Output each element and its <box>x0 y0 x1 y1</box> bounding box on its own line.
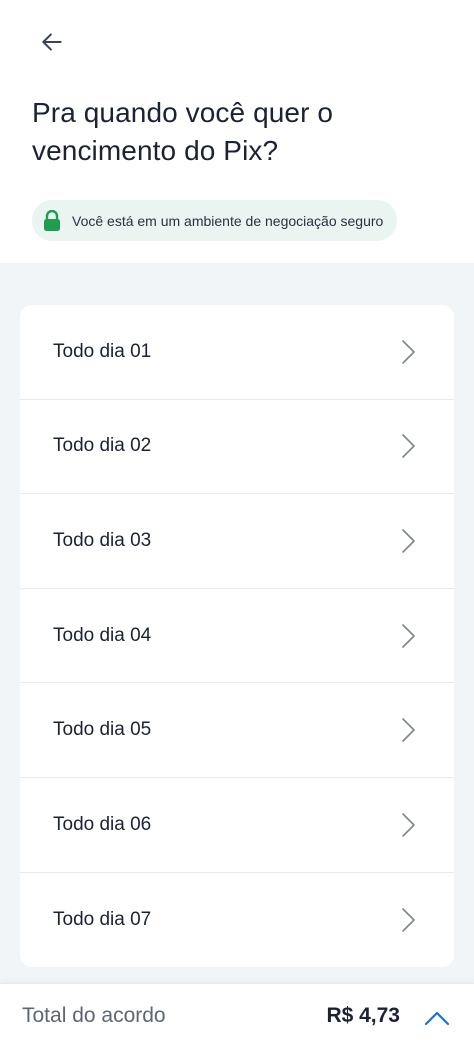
due-option-label: Todo dia 01 <box>53 340 152 362</box>
lock-icon <box>44 209 60 231</box>
page-title: Pra quando você quer o vencimento do Pix… <box>32 97 334 166</box>
back-button[interactable] <box>30 24 74 60</box>
due-date-screen: Pra quando você quer o vencimento do Pix… <box>0 0 474 1052</box>
due-option-label: Todo dia 05 <box>53 719 152 741</box>
agreement-total-bar: Total do acordo R$ 4,73 <box>0 983 474 1052</box>
chevron-right-icon <box>402 434 415 459</box>
due-option-label: Todo dia 02 <box>53 435 152 457</box>
due-option-01[interactable]: Todo dia 01 <box>20 305 454 400</box>
due-option-02[interactable]: Todo dia 02 <box>20 400 454 495</box>
chevron-right-icon <box>402 718 415 742</box>
due-option-label: Todo dia 06 <box>53 813 152 835</box>
security-notice-text: Você está em um ambiente de negociação s… <box>72 212 384 229</box>
due-date-options-list: Todo dia 01 Todo dia 02 Todo dia 03 Todo… <box>20 305 454 967</box>
security-notice: Você está em um ambiente de negociação s… <box>32 200 398 241</box>
due-option-07[interactable]: Todo dia 07 <box>20 873 454 967</box>
total-value: R$ 4,73 <box>326 1004 400 1027</box>
chevron-right-icon <box>402 908 415 932</box>
due-option-04[interactable]: Todo dia 04 <box>20 589 454 684</box>
expand-total-button[interactable] <box>420 1002 454 1034</box>
due-option-05[interactable]: Todo dia 05 <box>20 683 454 778</box>
total-label: Total do acordo <box>22 1004 166 1027</box>
chevron-right-icon <box>402 529 415 553</box>
chevron-up-icon <box>424 1011 450 1026</box>
due-option-label: Todo dia 03 <box>53 529 152 551</box>
due-option-label: Todo dia 07 <box>53 908 152 930</box>
arrow-left-icon <box>42 33 62 51</box>
chevron-right-icon <box>402 812 415 837</box>
due-option-06[interactable]: Todo dia 06 <box>20 778 454 873</box>
chevron-right-icon <box>402 623 415 648</box>
due-option-label: Todo dia 04 <box>53 624 152 646</box>
chevron-right-icon <box>402 339 415 364</box>
due-option-03[interactable]: Todo dia 03 <box>20 494 454 589</box>
